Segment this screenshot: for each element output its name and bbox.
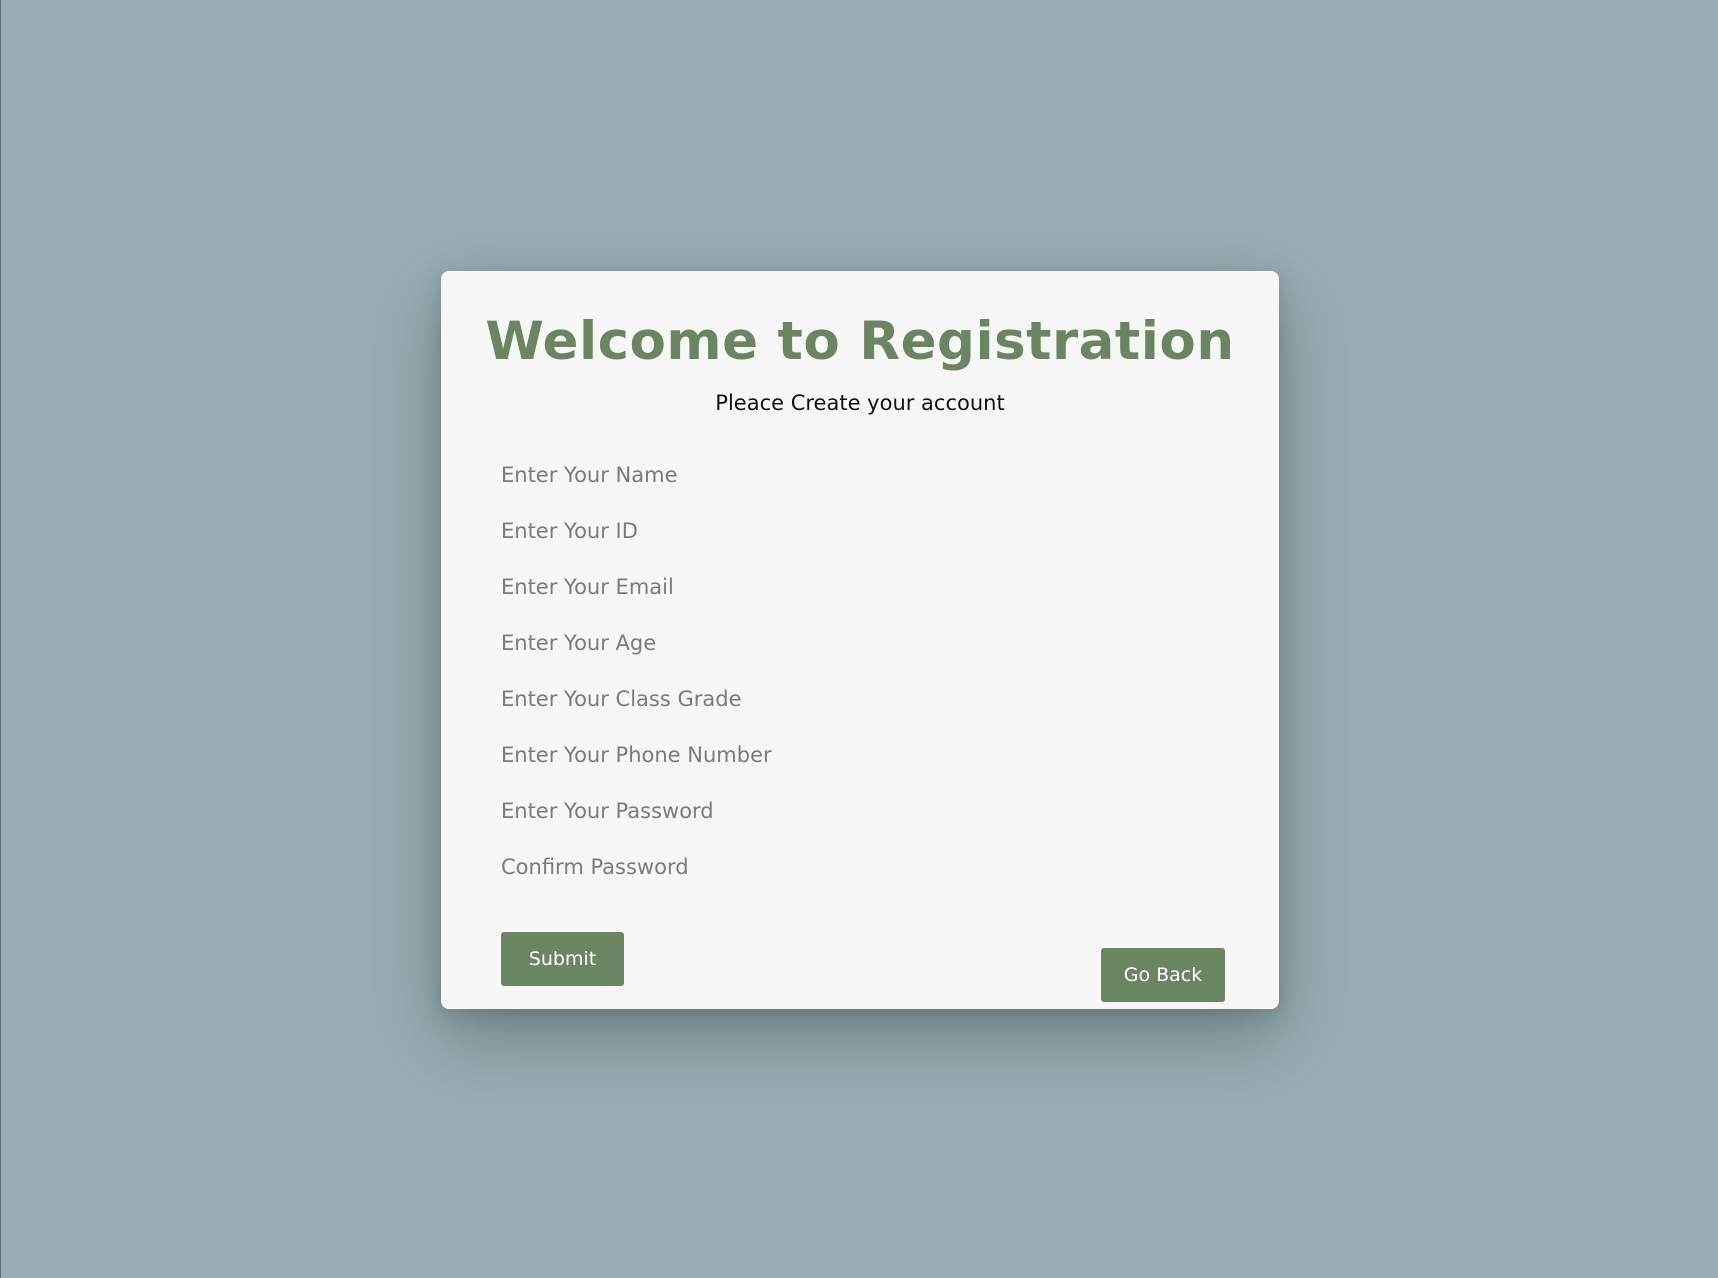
registration-card: Welcome to Registration Pleace Create yo…: [441, 271, 1279, 1009]
window-left-edge: [0, 0, 1, 1278]
class-grade-input[interactable]: [501, 671, 1219, 727]
go-back-button[interactable]: Go Back: [1101, 948, 1225, 1002]
email-input[interactable]: [501, 559, 1219, 615]
confirm-password-input[interactable]: [501, 839, 1219, 895]
password-input[interactable]: [501, 783, 1219, 839]
phone-number-input[interactable]: [501, 727, 1219, 783]
page-title: Welcome to Registration: [485, 311, 1235, 372]
page-subtitle: Pleace Create your account: [715, 391, 1005, 415]
submit-button[interactable]: Submit: [501, 932, 624, 986]
age-input[interactable]: [501, 615, 1219, 671]
registration-form: [501, 447, 1219, 895]
id-input[interactable]: [501, 503, 1219, 559]
name-input[interactable]: [501, 447, 1219, 503]
